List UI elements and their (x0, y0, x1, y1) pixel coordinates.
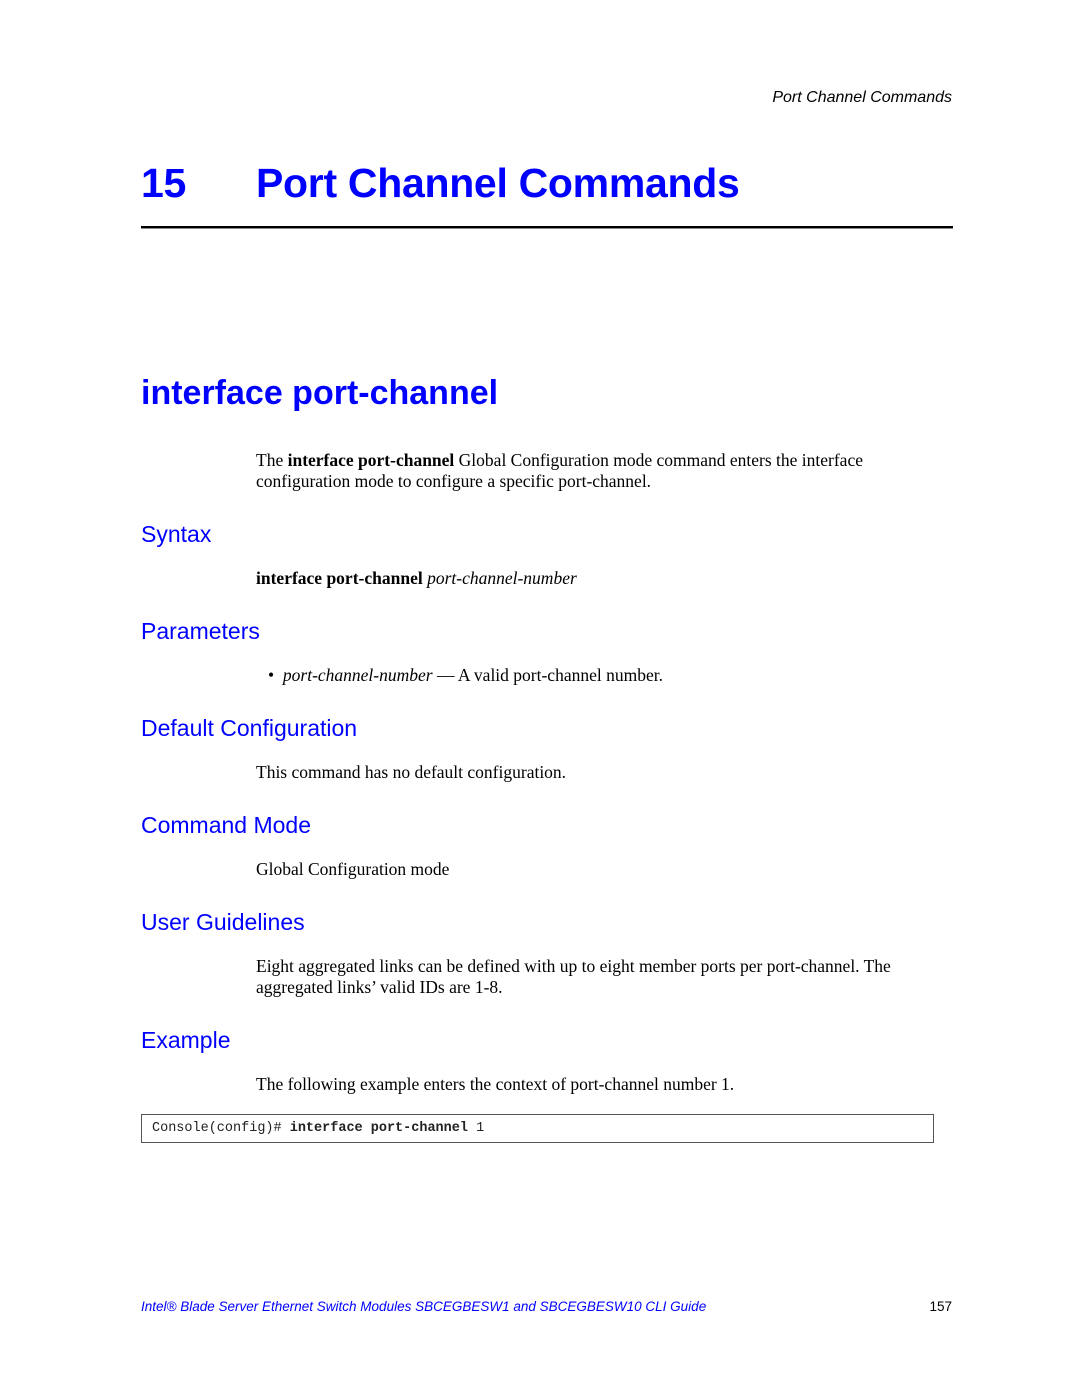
parameters-heading: Parameters (141, 618, 260, 644)
command-mode-text: Global Configuration mode (256, 859, 450, 879)
section-title: interface port-channel (141, 374, 499, 412)
command-mode-heading: Command Mode (141, 812, 312, 838)
example-text: The following example enters the context… (256, 1074, 735, 1094)
parameter-item: • port-channel-number — A valid port-cha… (268, 665, 663, 686)
user-guidelines-heading: User Guidelines (141, 909, 305, 935)
intro-command: interface port-channel (287, 450, 455, 470)
footer-guide-title: Intel® Blade Server Ethernet Switch Modu… (141, 1299, 707, 1314)
syntax-heading: Syntax (141, 521, 212, 547)
chapter-title: 15 Port Channel Commands (141, 160, 740, 207)
chapter-divider (141, 226, 953, 229)
code-prompt: Console(config)# (152, 1121, 290, 1136)
intro-prefix: The (256, 450, 288, 470)
syntax-command: interface port-channel port-channel-numb… (256, 568, 956, 589)
syntax-command-name: interface port-channel (256, 568, 423, 588)
default-configuration-text: This command has no default configuratio… (256, 762, 567, 782)
code-command: interface port-channel (289, 1121, 468, 1136)
section-intro: The interface port-channel Global Config… (256, 450, 956, 492)
footer-page-number: 157 (929, 1299, 952, 1314)
parameter-description: — A valid port-channel number. (432, 665, 663, 685)
code-argument: 1 (467, 1121, 485, 1136)
example-code-block: Console(config)# interface port-channel … (141, 1114, 934, 1143)
chapter-title-text: Port Channel Commands (256, 160, 740, 206)
running-header: Port Channel Commands (772, 89, 952, 106)
parameter-name: port-channel-number (282, 665, 433, 685)
chapter-number: 15 (141, 160, 187, 206)
default-configuration-heading: Default Configuration (141, 715, 358, 741)
user-guidelines-text: Eight aggregated links can be defined wi… (256, 956, 891, 997)
bullet-icon: • (268, 665, 275, 685)
example-heading: Example (141, 1027, 231, 1053)
syntax-command-param: port-channel-number (427, 568, 577, 588)
